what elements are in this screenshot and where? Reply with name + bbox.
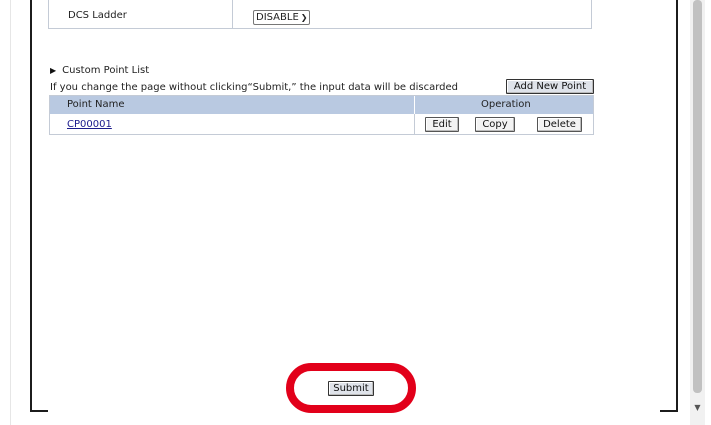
vertical-scrollbar[interactable]: ▼ xyxy=(690,0,705,425)
custom-point-list-heading: ▶ Custom Point List xyxy=(50,65,149,76)
scroll-down-arrow-icon[interactable]: ▼ xyxy=(692,402,703,413)
dcs-ladder-row: DCS Ladder DISABLE ❯ xyxy=(48,0,592,29)
copy-button[interactable]: Copy xyxy=(475,117,515,132)
dcs-ladder-select[interactable]: DISABLE ❯ xyxy=(253,10,311,25)
scrollbar-thumb[interactable] xyxy=(693,0,702,393)
triangle-bullet-icon: ▶ xyxy=(50,66,57,75)
custom-point-table: Point Name Operation CP00001 Edit Copy D… xyxy=(49,95,594,135)
frame-corner-bottom-left xyxy=(30,410,48,412)
point-name-link[interactable]: CP00001 xyxy=(67,119,112,130)
add-new-point-button[interactable]: Add New Point xyxy=(506,79,594,94)
frame-corner-bottom-right xyxy=(660,410,678,412)
content-frame-right xyxy=(676,0,678,412)
submit-highlight-annotation xyxy=(286,363,416,413)
row-divider xyxy=(232,0,233,28)
chevron-down-icon: ❯ xyxy=(300,13,308,22)
viewport-edge xyxy=(10,0,11,425)
table-header: Point Name Operation xyxy=(50,96,593,114)
content-frame-left xyxy=(30,0,32,412)
dcs-ladder-selected-value: DISABLE xyxy=(256,12,299,23)
dcs-ladder-label: DCS Ladder xyxy=(68,10,127,21)
edit-button[interactable]: Edit xyxy=(425,117,459,132)
column-header-point-name: Point Name xyxy=(67,99,125,110)
header-separator xyxy=(414,96,415,114)
delete-button[interactable]: Delete xyxy=(537,117,582,132)
section-title: Custom Point List xyxy=(62,65,150,76)
column-header-operation: Operation xyxy=(481,99,531,110)
table-row: CP00001 Edit Copy Delete xyxy=(50,114,593,134)
row-separator xyxy=(414,114,415,134)
discard-warning: If you change the page without clicking“… xyxy=(50,82,459,93)
